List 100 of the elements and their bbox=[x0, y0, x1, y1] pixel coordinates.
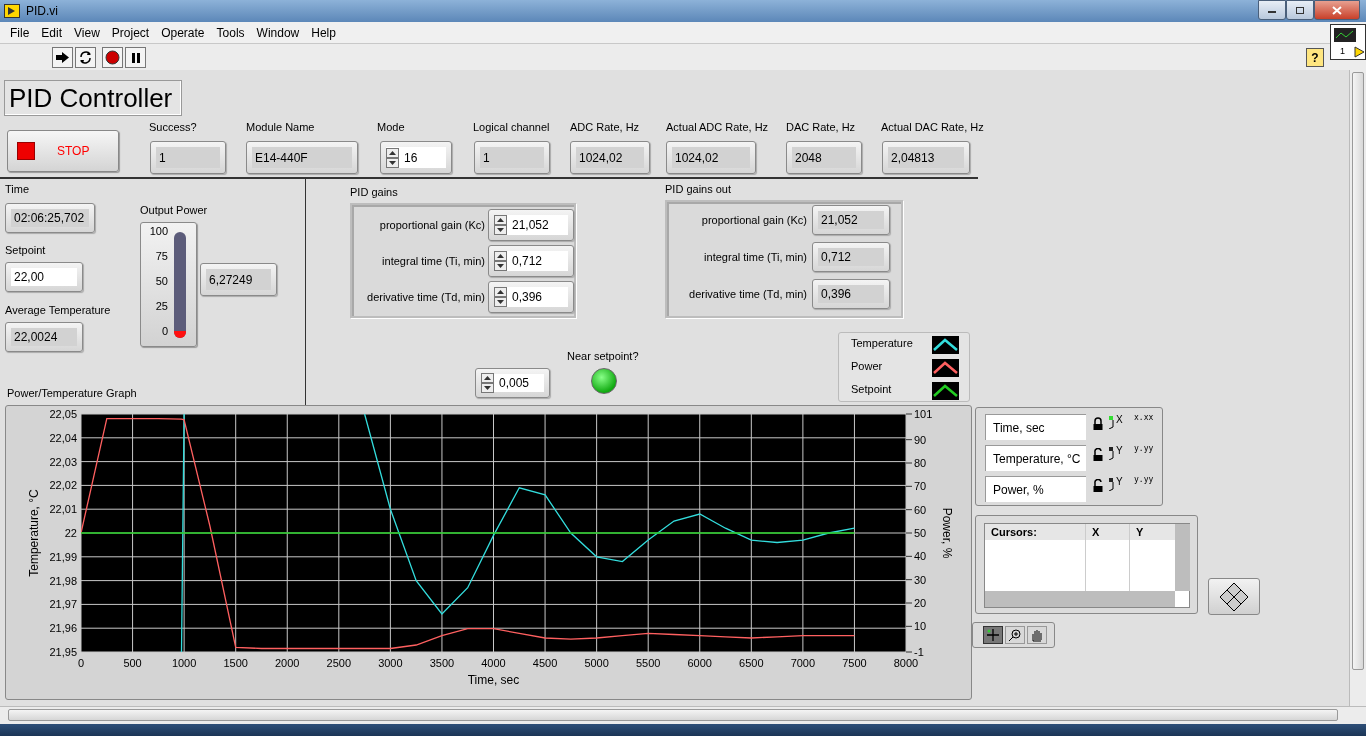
value-display: 1 bbox=[150, 141, 226, 174]
arrow-icon bbox=[55, 51, 70, 64]
horizontal-scrollbar[interactable] bbox=[0, 706, 1366, 724]
autoscale-light-icon[interactable] bbox=[1108, 477, 1116, 491]
field-label: derivative time (Td, min) bbox=[689, 288, 807, 300]
spin-arrows-icon[interactable] bbox=[494, 215, 507, 235]
abort-button[interactable] bbox=[102, 47, 123, 68]
scale-name-field[interactable]: Power, % bbox=[985, 476, 1086, 502]
pan-tool[interactable] bbox=[1027, 626, 1047, 644]
numeric-field[interactable]: 22,00 bbox=[5, 262, 83, 292]
menu-item[interactable]: Window bbox=[250, 25, 306, 40]
value-display: 2048 bbox=[786, 141, 862, 174]
autoscale-light-icon[interactable] bbox=[1108, 415, 1116, 429]
axis-tick-label: 2000 bbox=[275, 657, 300, 669]
axis-letter[interactable]: Y bbox=[1116, 476, 1123, 487]
unlock-icon[interactable] bbox=[1092, 479, 1104, 493]
menu-item[interactable]: File bbox=[4, 25, 36, 40]
axis-title: Temperature, °C bbox=[27, 489, 41, 577]
axis-tick-label: 20 bbox=[914, 597, 927, 609]
axis-tick-label: 101 bbox=[914, 408, 933, 420]
scale-label: 50 bbox=[155, 275, 168, 287]
axis-tick-label: 21,95 bbox=[49, 646, 77, 658]
value-display: E14-440F bbox=[246, 141, 358, 174]
axis-tick-label: -1 bbox=[914, 646, 924, 658]
menu-item[interactable]: Operate bbox=[155, 25, 211, 40]
axis-tick-label: 22,01 bbox=[49, 503, 77, 516]
axis-letter[interactable]: X bbox=[1116, 414, 1123, 425]
line-swatch-icon bbox=[932, 382, 959, 400]
axis-tick-label: 2500 bbox=[326, 657, 352, 669]
menu-item[interactable]: Edit bbox=[35, 25, 69, 40]
axis-tick-label: 80 bbox=[914, 457, 927, 469]
unlock-icon[interactable] bbox=[1092, 448, 1104, 462]
window-title: PID.vi bbox=[26, 4, 58, 18]
menu-item[interactable]: Project bbox=[105, 25, 156, 40]
value-display: 02:06:25,702 bbox=[5, 203, 95, 233]
run-continuously-button[interactable] bbox=[75, 47, 96, 68]
axis-tick-label: 90 bbox=[914, 433, 927, 446]
axis-tick-label: 7500 bbox=[842, 657, 867, 669]
close-button[interactable] bbox=[1314, 0, 1360, 20]
spin-arrows-icon[interactable] bbox=[494, 287, 507, 307]
crosshair-icon bbox=[986, 628, 1000, 642]
diamond-icon bbox=[1219, 581, 1249, 612]
axis-tick-label: 1000 bbox=[171, 657, 197, 669]
spin-arrows-icon[interactable] bbox=[494, 251, 507, 271]
axis-tick-label: 4000 bbox=[481, 657, 506, 669]
numeric-control[interactable]: 16 bbox=[380, 141, 452, 174]
field-label: DAC Rate, Hz bbox=[786, 121, 856, 133]
run-button[interactable] bbox=[52, 47, 73, 68]
axis-tick-label: 22,04 bbox=[49, 431, 77, 444]
menu-item[interactable]: Help bbox=[305, 25, 342, 40]
format-label[interactable]: y.yy bbox=[1134, 444, 1154, 453]
autoscale-light-icon[interactable] bbox=[1108, 446, 1116, 460]
field-label: Output Power bbox=[140, 204, 208, 216]
menu-item[interactable]: Tools bbox=[210, 25, 251, 40]
magnifier-icon bbox=[1008, 628, 1022, 642]
vertical-scrollbar[interactable] bbox=[1175, 524, 1190, 591]
value-display: 2,04813 bbox=[882, 141, 970, 174]
lock-icon[interactable] bbox=[1092, 417, 1104, 431]
zoom-tool[interactable] bbox=[1005, 626, 1025, 644]
axis-tick-label: 22 bbox=[64, 527, 77, 539]
graph-label: Power/Temperature Graph bbox=[7, 387, 137, 399]
numeric-control[interactable]: 0,005 bbox=[475, 368, 550, 398]
legend-label: Power bbox=[851, 360, 883, 372]
hand-icon bbox=[1030, 628, 1044, 642]
cluster-label: PID gains bbox=[350, 186, 398, 198]
scale-label: 0 bbox=[161, 325, 168, 337]
maximize-button[interactable] bbox=[1286, 0, 1314, 20]
axis-letter[interactable]: Y bbox=[1116, 445, 1123, 456]
field-label: proportional gain (Kc) bbox=[701, 214, 807, 226]
field-label: Logical channel bbox=[473, 121, 550, 133]
axis-tick-label: 22,03 bbox=[49, 455, 77, 468]
field-label: Mode bbox=[377, 121, 405, 133]
axis-tick-label: 21,97 bbox=[49, 598, 77, 611]
axis-tick-label: 3000 bbox=[378, 657, 403, 669]
value-display: 22,0024 bbox=[5, 322, 83, 352]
minimize-button[interactable] bbox=[1258, 0, 1286, 20]
scale-name-field[interactable]: Time, sec bbox=[985, 414, 1086, 440]
vertical-scrollbar[interactable] bbox=[1349, 70, 1366, 706]
legend-label: Setpoint bbox=[851, 383, 892, 395]
axis-tick-label: 40 bbox=[914, 550, 927, 563]
menu-item[interactable]: View bbox=[68, 25, 106, 40]
spin-arrows-icon[interactable] bbox=[386, 147, 399, 168]
axis-tick-label: 5000 bbox=[584, 657, 609, 669]
led-label: Near setpoint? bbox=[567, 350, 639, 362]
axis-title: Power, % bbox=[940, 507, 954, 559]
cursor-mover-button[interactable] bbox=[1208, 578, 1260, 615]
cursor-tool[interactable] bbox=[983, 626, 1003, 644]
pause-button[interactable] bbox=[125, 47, 146, 68]
format-label[interactable]: x.xx bbox=[1134, 413, 1154, 422]
horizontal-scrollbar[interactable] bbox=[985, 591, 1175, 607]
format-label[interactable]: y.yy bbox=[1134, 475, 1154, 484]
pause-icon bbox=[129, 51, 142, 64]
scale-name-field[interactable]: Temperature, °C bbox=[985, 445, 1086, 471]
column-header: Cursors: bbox=[985, 524, 1085, 540]
close-icon bbox=[1332, 5, 1342, 15]
axis-title: Time, sec bbox=[467, 673, 520, 687]
axis-tick-label: 5500 bbox=[635, 657, 661, 669]
axis-tick-label: 22,05 bbox=[49, 408, 77, 420]
help-button[interactable]: ? bbox=[1306, 48, 1324, 67]
spin-arrows-icon[interactable] bbox=[481, 373, 494, 393]
